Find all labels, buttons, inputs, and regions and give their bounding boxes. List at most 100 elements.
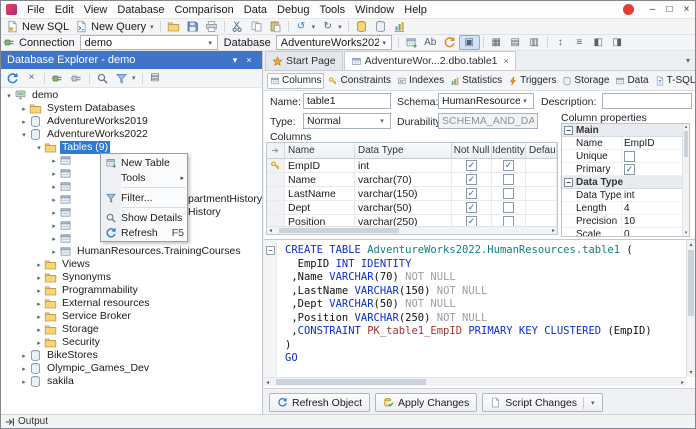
cell-default[interactable] xyxy=(526,173,557,186)
search-button[interactable] xyxy=(93,71,112,86)
explorer-close-icon[interactable]: × xyxy=(242,55,256,65)
split-right-button[interactable]: ◨ xyxy=(608,35,627,50)
new-connection-button[interactable] xyxy=(48,71,67,86)
expander-icon[interactable]: ▸ xyxy=(19,365,29,373)
column-header-not-null[interactable]: Not Null xyxy=(452,143,492,158)
prop-group-main[interactable]: −Main xyxy=(562,124,689,137)
tab-list-chevron-icon[interactable]: ▾ xyxy=(681,56,695,65)
cell-data-type[interactable]: varchar(50) xyxy=(355,201,452,214)
new-table-button[interactable] xyxy=(402,35,421,50)
scroll-right-icon[interactable]: ▸ xyxy=(552,227,555,235)
tree-item-bikestores[interactable]: ▸BikeStores xyxy=(1,349,262,362)
context-menu-item-refresh[interactable]: RefreshF5 xyxy=(101,225,187,240)
fold-icon[interactable]: − xyxy=(266,246,275,255)
cell-name[interactable]: LastName xyxy=(285,187,355,200)
column-header-name[interactable]: Name xyxy=(285,143,355,158)
chevron-down-icon[interactable]: ▾ xyxy=(377,117,387,125)
scroll-down-icon[interactable]: ▾ xyxy=(687,369,695,376)
expander-icon[interactable]: ▸ xyxy=(34,274,44,282)
new-sql-button[interactable]: New SQL xyxy=(3,19,72,34)
tree-item-programmability[interactable]: ▸Programmability xyxy=(1,284,262,297)
form-view-button[interactable]: ▤ xyxy=(506,35,525,50)
expander-icon[interactable]: ▸ xyxy=(49,183,59,191)
primary-checkbox[interactable]: ✓ xyxy=(624,164,635,175)
context-menu-item-tools[interactable]: Tools▸ xyxy=(101,170,187,185)
expander-icon[interactable]: ▾ xyxy=(19,131,29,139)
context-menu-item-new-table[interactable]: New Table xyxy=(101,155,187,170)
cell-name[interactable]: Name xyxy=(285,173,355,186)
prop-group-data-type[interactable]: −Data Type xyxy=(562,176,689,189)
unique-checkbox[interactable] xyxy=(624,151,635,162)
identity-checkbox[interactable] xyxy=(503,188,514,199)
grid-row-dept[interactable]: Deptvarchar(50) ✓ xyxy=(267,201,557,215)
cell-default[interactable] xyxy=(526,159,557,172)
disconnect-button[interactable] xyxy=(67,71,86,86)
identity-checkbox[interactable] xyxy=(503,202,514,213)
grid-row-empid[interactable]: EmpIDint✓✓ xyxy=(267,159,557,173)
menu-help[interactable]: Help xyxy=(399,2,432,18)
refresh-object-button[interactable]: Refresh Object xyxy=(269,393,370,412)
prop-row-length[interactable]: Length4 xyxy=(562,202,689,215)
tab-data[interactable]: Data xyxy=(613,73,650,89)
properties-scrollbar[interactable]: ▴▾ xyxy=(682,124,689,236)
prop-row-precision[interactable]: Precision10 xyxy=(562,215,689,228)
scroll-thumb[interactable] xyxy=(276,379,426,385)
chevron-down-icon[interactable]: ▾ xyxy=(379,39,390,47)
cell-name[interactable]: Dept xyxy=(285,201,355,214)
not-null-checkbox[interactable]: ✓ xyxy=(466,202,477,213)
expander-icon[interactable]: ▸ xyxy=(34,261,44,269)
tab-triggers[interactable]: Triggers xyxy=(506,73,558,89)
expander-icon[interactable]: ▾ xyxy=(4,92,14,100)
expander-icon[interactable]: ▸ xyxy=(34,313,44,321)
expander-icon[interactable]: ▸ xyxy=(34,287,44,295)
scroll-thumb[interactable] xyxy=(279,228,399,233)
split-left-button[interactable]: ◧ xyxy=(589,35,608,50)
expander-icon[interactable]: ▸ xyxy=(49,222,59,230)
cell-data-type[interactable]: varchar(150) xyxy=(355,187,452,200)
description-input[interactable] xyxy=(602,93,692,109)
tree-item-adventureworks2019[interactable]: ▸AdventureWorks2019 xyxy=(1,115,262,128)
tab-columns[interactable]: Columns xyxy=(267,73,324,89)
tab-t-sql[interactable]: TT-SQL xyxy=(653,73,695,89)
designer-view-button[interactable]: ▣ xyxy=(459,35,480,50)
notification-badge[interactable] xyxy=(623,4,634,15)
cell-default[interactable] xyxy=(526,187,557,200)
tree-item-service-broker[interactable]: ▸Service Broker xyxy=(1,310,262,323)
collapse-icon[interactable]: − xyxy=(564,126,573,135)
connection-select[interactable]: demo▾ xyxy=(80,35,218,50)
open-file-button[interactable] xyxy=(164,19,183,34)
identity-checkbox[interactable] xyxy=(503,174,514,185)
context-menu-item-show-details[interactable]: Show Details xyxy=(101,210,187,225)
sql-horizontal-scrollbar[interactable]: ◂ ▸ xyxy=(264,377,686,386)
tree-item-security[interactable]: ▸Security xyxy=(1,336,262,349)
menu-database[interactable]: Database xyxy=(112,2,169,18)
tab-constraints[interactable]: Constraints xyxy=(326,73,393,89)
maximize-button[interactable]: □ xyxy=(661,1,678,18)
tree-item-demo[interactable]: ▾demo xyxy=(1,89,262,102)
not-null-checkbox[interactable]: ✓ xyxy=(466,188,477,199)
expander-icon[interactable]: ▸ xyxy=(34,339,44,347)
object-details-button[interactable]: ▤ xyxy=(146,71,165,86)
redo-button[interactable]: ↻▾ xyxy=(318,19,345,34)
cell-data-type[interactable]: int xyxy=(355,159,452,172)
menu-debug[interactable]: Debug xyxy=(272,2,314,18)
database-select[interactable]: AdventureWorks2022▾ xyxy=(276,35,392,50)
prop-row-scale[interactable]: Scale0 xyxy=(562,228,689,237)
tree-item-system-databases[interactable]: ▸System Databases xyxy=(1,102,262,115)
close-button[interactable]: × xyxy=(678,1,695,18)
expander-icon[interactable]: ▸ xyxy=(49,235,59,243)
grid-view-button[interactable]: ▦ xyxy=(487,35,506,50)
tree-item-sakila[interactable]: ▸sakila xyxy=(1,375,262,388)
expander-icon[interactable]: ▸ xyxy=(34,326,44,334)
prop-row-unique[interactable]: Unique xyxy=(562,150,689,163)
sql-preview[interactable]: − CREATE TABLE AdventureWorks2022.HumanR… xyxy=(264,239,695,377)
scroll-thumb[interactable] xyxy=(688,250,694,316)
collapse-icon[interactable]: − xyxy=(564,178,573,187)
doc-tab-adventurewor-2-dbo-table1[interactable]: AdventureWor...2.dbo.table1× xyxy=(344,51,516,70)
explorer-menu-icon[interactable]: ▾ xyxy=(228,55,242,66)
menu-window[interactable]: Window xyxy=(350,2,399,18)
menu-data[interactable]: Data xyxy=(239,2,272,18)
row-details-button[interactable]: ≡ xyxy=(570,35,589,50)
card-view-button[interactable]: ▥ xyxy=(525,35,544,50)
expander-icon[interactable]: ▸ xyxy=(19,378,29,386)
